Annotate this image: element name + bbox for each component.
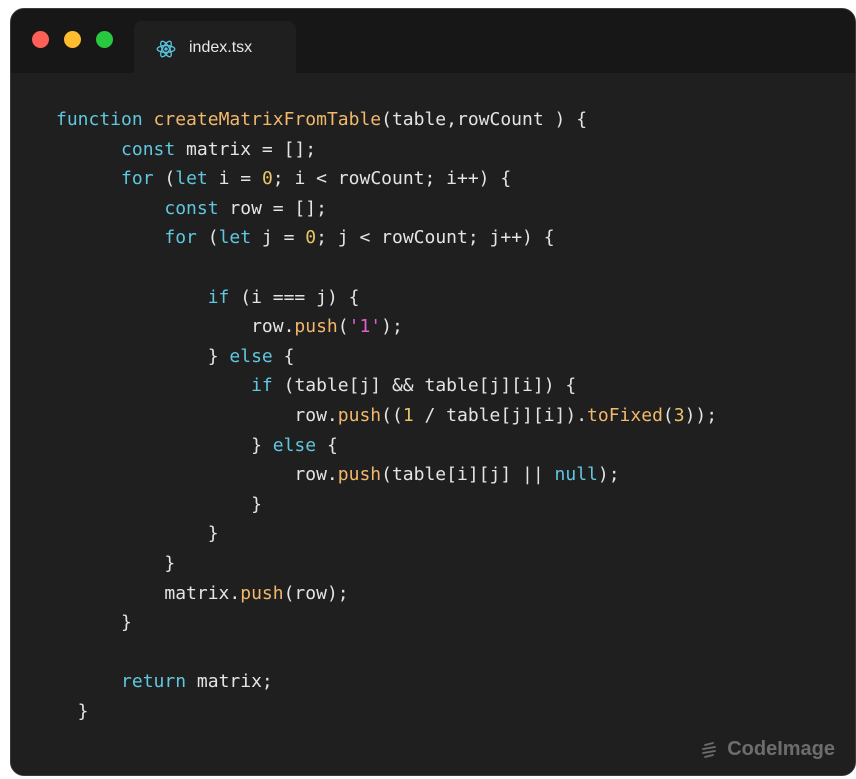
code-line: const matrix = []; <box>56 135 717 165</box>
code-token: let <box>218 227 252 249</box>
code-token: ( <box>337 316 349 338</box>
code-token: } <box>56 345 230 367</box>
code-token: (table[j] && table[j][i]) { <box>272 375 577 397</box>
code-token: (table[i][j] || <box>381 464 555 486</box>
zoom-button[interactable] <box>96 31 113 48</box>
code-token: null <box>554 464 598 486</box>
code-token: j = <box>251 227 306 249</box>
code-token: (( <box>381 404 403 426</box>
code-token: } <box>56 700 89 722</box>
code-token: push <box>294 316 338 338</box>
code-token: return <box>121 671 187 693</box>
code-line: } else { <box>56 342 717 372</box>
code-token: (row); <box>283 582 349 604</box>
code-token: (table,rowCount ) { <box>381 109 588 130</box>
tab-label: index.tsx <box>189 39 253 56</box>
tab-index-tsx[interactable]: index.tsx <box>134 21 296 77</box>
code-token: row. <box>56 464 338 486</box>
code-line: } <box>56 519 717 549</box>
code-token: ; j < rowCount; j++) { <box>316 227 555 249</box>
code-line: row.push('1'); <box>56 312 717 342</box>
code-block: function createMatrixFromTable(table,row… <box>56 105 717 726</box>
code-token: createMatrixFromTable <box>153 109 382 130</box>
code-token: toFixed <box>587 404 663 426</box>
code-token: for <box>121 168 154 190</box>
code-token: if <box>251 375 273 397</box>
code-token: for <box>164 227 197 249</box>
codeimage-watermark: CodeImage <box>699 738 835 761</box>
code-token: row. <box>56 404 338 426</box>
code-token: i = <box>207 168 262 190</box>
code-token: matrix. <box>56 582 241 604</box>
code-line: } else { <box>56 431 717 461</box>
code-token: '1' <box>348 316 382 338</box>
code-line: function createMatrixFromTable(table,row… <box>56 105 717 135</box>
code-token: { <box>316 434 338 456</box>
code-token: push <box>337 464 382 486</box>
code-token: matrix = []; <box>175 138 317 160</box>
code-token: matrix; <box>186 671 273 693</box>
code-token: 0 <box>305 227 317 249</box>
code-token: ( <box>196 227 219 249</box>
code-line: row.push((1 / table[j][i]).toFixed(3)); <box>56 401 717 431</box>
code-token: / table[j][i]). <box>413 404 588 426</box>
code-line: for (let j = 0; j < rowCount; j++) { <box>56 223 717 253</box>
code-token: ); <box>597 464 620 486</box>
code-token: )); <box>684 404 718 426</box>
code-line: for (let i = 0; i < rowCount; i++) { <box>56 164 717 194</box>
code-token: function <box>56 109 154 130</box>
code-line: } <box>56 608 717 638</box>
code-token: } <box>56 434 273 456</box>
code-token: (i === j) { <box>229 286 360 308</box>
code-token: } <box>56 612 132 634</box>
code-token: else <box>229 345 273 367</box>
code-token: ); <box>381 316 403 338</box>
react-icon <box>156 39 176 59</box>
title-bar: index.tsx <box>11 9 855 77</box>
close-button[interactable] <box>32 31 49 48</box>
code-token: 0 <box>261 168 273 190</box>
code-token: ( <box>153 168 176 190</box>
code-line: matrix.push(row); <box>56 579 717 609</box>
codeimage-logo-icon <box>699 740 719 760</box>
code-token: const <box>164 197 219 219</box>
code-line: row.push(table[i][j] || null); <box>56 460 717 490</box>
code-line: if (table[j] && table[j][i]) { <box>56 371 717 401</box>
code-token: row = []; <box>218 197 327 219</box>
code-line: } <box>56 697 717 727</box>
code-token: ( <box>662 404 674 426</box>
code-line: const row = []; <box>56 194 717 224</box>
code-token: } <box>56 552 176 574</box>
code-token: push <box>337 404 382 426</box>
code-token: const <box>121 138 176 160</box>
code-editor[interactable]: function createMatrixFromTable(table,row… <box>11 73 855 775</box>
code-token: else <box>272 434 317 456</box>
code-window: index.tsx function createMatrixFromTable… <box>10 8 856 776</box>
code-token: push <box>240 582 284 604</box>
code-token: if <box>207 286 230 308</box>
code-token: ; i < rowCount; i++) { <box>272 168 512 190</box>
code-token: 3 <box>673 404 685 426</box>
code-line: } <box>56 490 717 520</box>
minimize-button[interactable] <box>64 31 81 48</box>
code-token: } <box>56 493 262 515</box>
code-token: } <box>56 523 219 545</box>
code-token: 1 <box>402 404 414 426</box>
code-token: let <box>175 168 208 190</box>
watermark-label: CodeImage <box>727 738 835 760</box>
code-line: } <box>56 549 717 579</box>
code-line: return matrix; <box>56 667 717 697</box>
code-line: if (i === j) { <box>56 283 717 313</box>
code-token: row. <box>56 316 295 338</box>
code-token: { <box>272 345 295 367</box>
